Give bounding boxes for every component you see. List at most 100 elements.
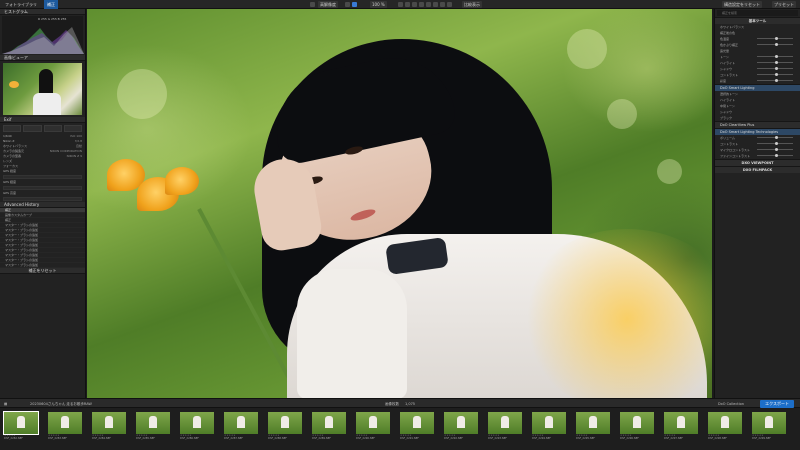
adjust-row[interactable]: ブラック — [715, 115, 800, 121]
slider[interactable] — [757, 43, 793, 46]
thumbnail-filename: DSF_2299.NEF — [752, 437, 771, 440]
compare-button[interactable]: 比較表示 — [462, 1, 482, 8]
thumbnail-filename: DSF_2291.NEF — [400, 437, 419, 440]
filmstrip-thumbnail[interactable]: ★★★★★ DSF_2291.NEF — [400, 412, 434, 448]
slider[interactable] — [757, 142, 793, 145]
smart-lighting-header[interactable]: DxO Smart Lighting — [715, 84, 800, 91]
hand-tool-icon[interactable] — [345, 2, 350, 7]
filmstrip-thumbnail[interactable]: ★★★★★ DSF_2283.NEF — [48, 412, 82, 448]
image-viewer[interactable] — [87, 9, 712, 398]
filmstrip-thumbnail[interactable]: ★★★★★ DSF_2287.NEF — [224, 412, 258, 448]
gps-latitude-field[interactable] — [3, 175, 82, 179]
viewpoint-header[interactable]: DXO VIEWPOINT — [715, 159, 800, 166]
thumbnail-image — [268, 412, 302, 434]
filmstrip-thumbnail[interactable]: ★★★★★ DSF_2286.NEF — [180, 412, 214, 448]
repair-icon[interactable] — [426, 2, 431, 7]
mask-icon[interactable] — [433, 2, 438, 7]
export-button[interactable]: エクスポート — [760, 400, 794, 408]
thumbnail-image — [620, 412, 654, 434]
filmstrip-thumbnail[interactable]: ★★★★★ DSF_2284.NEF — [92, 412, 126, 448]
gps-row: GPS 経度 — [3, 180, 16, 184]
filmstrip-thumbnail[interactable]: ★★★★★ DSF_2292.NEF — [444, 412, 478, 448]
move-tool-icon[interactable] — [352, 2, 357, 7]
gps-altitude-field[interactable] — [3, 197, 82, 201]
thumbnail-filename: DSF_2285.NEF — [136, 437, 155, 440]
tab-customize[interactable]: 補正 — [44, 0, 58, 9]
gps-longitude-field[interactable] — [3, 186, 82, 190]
histogram-header[interactable]: ヒストグラム — [0, 9, 85, 15]
slider[interactable] — [757, 79, 793, 82]
redeye-icon[interactable] — [419, 2, 424, 7]
slider[interactable] — [757, 73, 793, 76]
clearview-header[interactable]: DxO ClearView Plus — [715, 121, 800, 128]
filmstrip-thumbnail[interactable]: ★★★★★ DSF_2293.NEF — [488, 412, 522, 448]
gps-row: GPS 緯度 — [3, 169, 16, 173]
gradient-icon[interactable] — [447, 2, 452, 7]
reset-corrections-button[interactable]: 補正をリセット — [0, 268, 85, 274]
exif-buttons — [3, 125, 82, 132]
thumbnail-filename: DSF_2283.NEF — [48, 437, 67, 440]
adjust-slider-row[interactable]: ファインコントラスト — [715, 153, 800, 159]
thumbnail-image — [92, 412, 126, 434]
filmstrip-thumbnail[interactable]: ★★★★★ DSF_2298.NEF — [708, 412, 742, 448]
thumbnail-image — [488, 412, 522, 434]
thumbnail-filename: DSF_2289.NEF — [312, 437, 331, 440]
filmstrip-thumbnail[interactable]: ★★★★★ DSF_2289.NEF — [312, 412, 346, 448]
rotate-icon[interactable] — [405, 2, 410, 7]
filmstrip-thumbnail[interactable]: ★★★★★ DSF_2296.NEF — [620, 412, 654, 448]
preset-button[interactable]: プリセット — [772, 1, 796, 8]
filmstrip-thumbnail[interactable]: ★★★★★ DSF_2295.NEF — [576, 412, 610, 448]
brush-icon[interactable] — [440, 2, 445, 7]
filmstrip-thumbnail[interactable]: ★★★★★ DSF_2294.NEF — [532, 412, 566, 448]
exif-button[interactable] — [43, 125, 62, 132]
slider[interactable] — [757, 148, 793, 151]
reset-structure-button[interactable]: 構造設定をリセット — [722, 1, 762, 8]
crop-icon[interactable] — [398, 2, 403, 7]
filmstrip[interactable]: ★★★★★ DSF_2282.NEF ★★★★★ DSF_2283.NEF ★★★★★ D… — [0, 408, 800, 450]
filmstrip-thumbnail[interactable]: ★★★★★ DSF_2282.NEF — [3, 411, 39, 448]
navigator-header[interactable]: 画像ビューア — [0, 55, 85, 61]
thumbnail-filename: DSF_2295.NEF — [576, 437, 595, 440]
thumbnail-image — [444, 412, 478, 434]
thumbnail-image — [576, 412, 610, 434]
thumbnail-filename: DSF_2293.NEF — [488, 437, 507, 440]
exif-header[interactable]: Exif — [0, 117, 85, 123]
compare-icon[interactable] — [310, 2, 315, 7]
thumbnail-image — [224, 412, 258, 434]
slider[interactable] — [757, 136, 793, 139]
filmpack-header[interactable]: DXO FILMPACK — [715, 166, 800, 173]
histogram-readout: R 255 G 255 B 255 — [38, 17, 67, 21]
thumbnail-image — [400, 412, 434, 434]
filmstrip-thumbnail[interactable]: ★★★★★ DSF_2297.NEF — [664, 412, 698, 448]
exif-button[interactable] — [3, 125, 22, 132]
navigator-thumbnail[interactable] — [3, 63, 82, 115]
thumbnail-filename: DSF_2294.NEF — [532, 437, 551, 440]
tab-photo-library[interactable]: フォトライブラリ — [2, 0, 40, 9]
horizon-icon[interactable] — [412, 2, 417, 7]
exif-button[interactable] — [23, 125, 42, 132]
thumbnail-filename: DSF_2286.NEF — [180, 437, 199, 440]
top-toolbar: フォトライブラリ 補正 高解像度 100 % 比較表示 構造設定をリセット プリ… — [0, 0, 800, 9]
thumbnail-image — [136, 412, 170, 434]
view-mode-button[interactable]: 高解像度 — [318, 1, 338, 8]
slider[interactable] — [757, 55, 793, 58]
thumbnail-image — [48, 412, 82, 434]
thumbnail-filename: DSF_2288.NEF — [268, 437, 287, 440]
filmstrip-thumbnail[interactable]: ★★★★★ DSF_2290.NEF — [356, 412, 390, 448]
tone-technologies-header[interactable]: DxO Smart Lighting Technologies — [715, 128, 800, 135]
exif-button[interactable] — [63, 125, 82, 132]
zoom-select[interactable]: 100 % — [370, 1, 387, 8]
filmstrip-thumbnail[interactable]: ★★★★★ DSF_2285.NEF — [136, 412, 170, 448]
thumbnail-filename: DSF_2290.NEF — [356, 437, 375, 440]
slider[interactable] — [757, 37, 793, 40]
search-input[interactable]: 補正を検索 — [717, 10, 798, 16]
thumbnail-image — [532, 412, 566, 434]
slider[interactable] — [757, 154, 793, 157]
adjust-slider-row[interactable]: 彩度 — [715, 78, 800, 84]
histogram-graph — [2, 27, 84, 54]
slider[interactable] — [757, 61, 793, 64]
slider[interactable] — [757, 67, 793, 70]
filmstrip-thumbnail[interactable]: ★★★★★ DSF_2288.NEF — [268, 412, 302, 448]
filmstrip-thumbnail[interactable]: ★★★★★ DSF_2299.NEF — [752, 412, 786, 448]
basic-tools-header[interactable]: 基本ツール — [715, 17, 800, 24]
